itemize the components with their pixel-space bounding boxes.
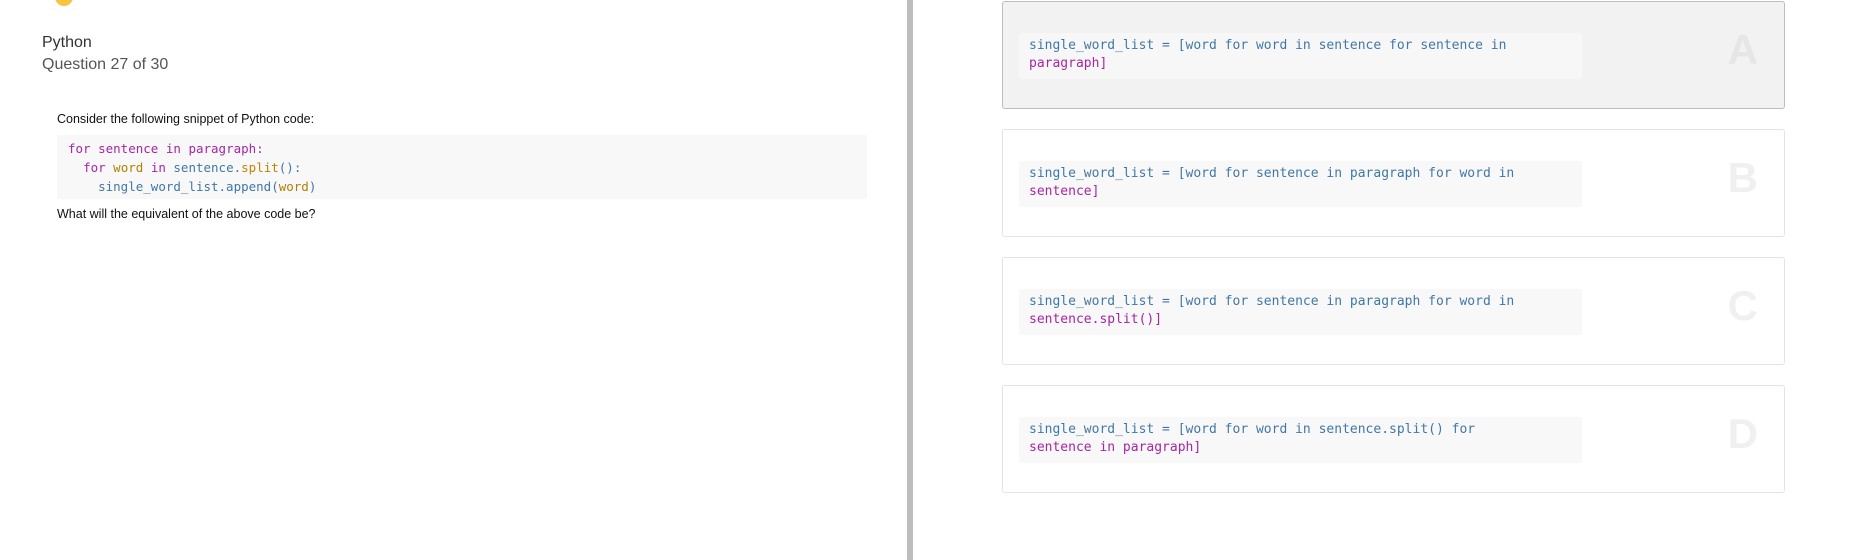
- answer-line-1: single_word_list = [word for sentence in…: [1029, 166, 1515, 181]
- answer-option-c[interactable]: single_word_list = [word for sentence in…: [1002, 257, 1785, 365]
- answer-option-a[interactable]: single_word_list = [word for word in sen…: [1002, 1, 1785, 109]
- answer-line-1: single_word_list = [word for word in sen…: [1029, 38, 1507, 53]
- question-text: What will the equivalent of the above co…: [57, 207, 316, 221]
- code-function: split: [241, 160, 279, 175]
- code-token: ): [308, 179, 317, 194]
- option-letter: B: [1727, 154, 1758, 201]
- code-token: ():: [278, 160, 302, 175]
- answer-snippet: single_word_list = [word for sentence in…: [1019, 161, 1582, 207]
- code-keyword: in: [165, 141, 181, 156]
- subject-title: Python: [42, 34, 92, 51]
- answer-line-2: paragraph]: [1029, 56, 1108, 71]
- code-line-2: for word in sentence.split():: [68, 160, 301, 175]
- option-letter: A: [1727, 26, 1758, 73]
- answer-option-b[interactable]: single_word_list = [word for sentence in…: [1002, 129, 1785, 237]
- question-prompt: Consider the following snippet of Python…: [57, 112, 315, 126]
- option-letter: C: [1727, 282, 1758, 329]
- code-token: single_word_list.append(: [98, 179, 279, 194]
- code-snippet: for sentence in paragraph: for word in s…: [57, 135, 867, 199]
- option-letter: D: [1727, 410, 1758, 457]
- answer-line-2: sentence in paragraph]: [1029, 440, 1202, 455]
- code-token: sentence: [98, 141, 159, 156]
- answer-snippet: single_word_list = [word for sentence in…: [1019, 289, 1582, 335]
- answer-line-2: sentence]: [1029, 184, 1100, 199]
- code-token: word: [113, 160, 144, 175]
- code-token: paragraph:: [188, 141, 264, 156]
- code-line-3: single_word_list.append(word): [68, 179, 316, 194]
- code-token: sentence.: [173, 160, 242, 175]
- code-keyword: for: [68, 141, 91, 156]
- answer-option-d[interactable]: single_word_list = [word for word in sen…: [1002, 385, 1785, 493]
- answer-snippet: single_word_list = [word for word in sen…: [1019, 33, 1582, 79]
- question-counter: Question 27 of 30: [42, 56, 169, 73]
- code-token: word: [278, 179, 309, 194]
- code-line-1: for sentence in paragraph:: [68, 141, 264, 156]
- code-keyword: in: [150, 160, 166, 175]
- python-logo-icon: [55, 0, 73, 6]
- code-keyword: for: [83, 160, 106, 175]
- answer-line-2: sentence.split()]: [1029, 312, 1163, 327]
- answer-line-1: single_word_list = [word for word in sen…: [1029, 422, 1476, 437]
- answer-line-1: single_word_list = [word for sentence in…: [1029, 294, 1515, 309]
- answer-snippet: single_word_list = [word for word in sen…: [1019, 417, 1582, 463]
- question-pane: Python Question 27 of 30 Consider the fo…: [0, 0, 912, 560]
